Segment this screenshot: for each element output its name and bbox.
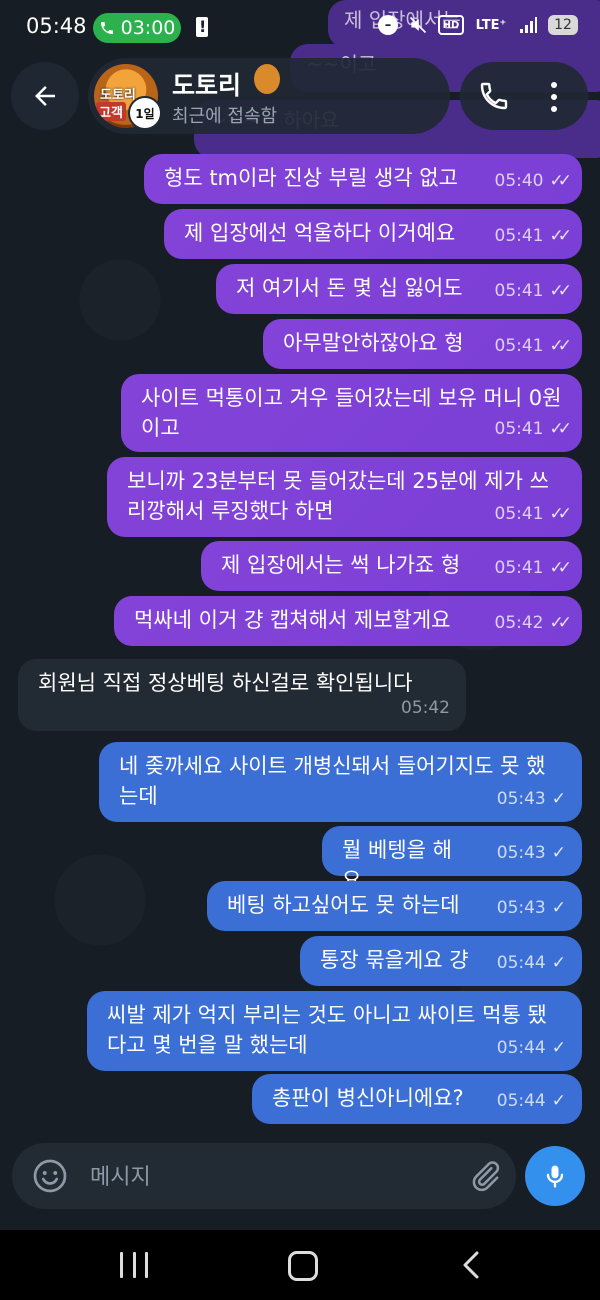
message-time: 05:43 bbox=[496, 843, 546, 863]
message-bubble[interactable]: 총판이 병신아니에요? 05:44 ✓ bbox=[252, 1074, 582, 1124]
recents-icon[interactable] bbox=[120, 1252, 148, 1278]
double-check-icon: ✓✓ bbox=[549, 336, 572, 356]
message-time: 05:44 bbox=[496, 1038, 546, 1058]
check-icon: ✓ bbox=[551, 1038, 566, 1058]
message-bubble[interactable]: 아무말안하잖아요 형 05:41 ✓✓ bbox=[263, 319, 582, 369]
double-check-icon: ✓✓ bbox=[549, 171, 572, 191]
smile-icon[interactable] bbox=[32, 1158, 68, 1194]
message-time: 05:43 bbox=[496, 789, 546, 809]
microphone-button[interactable] bbox=[525, 1146, 585, 1206]
system-icons: – HD LTE⁺ 12 bbox=[378, 15, 578, 35]
message-time: 05:40 bbox=[494, 171, 544, 191]
last-seen-status: 최근에 접속함 bbox=[172, 106, 278, 127]
double-check-icon: ✓✓ bbox=[549, 419, 572, 439]
paperclip-icon[interactable] bbox=[468, 1159, 502, 1193]
message-bubble[interactable]: 제 입장에선 억울하다 이거예요 05:41 ✓✓ bbox=[164, 209, 582, 259]
check-icon: ✓ bbox=[551, 789, 566, 809]
message-bubble[interactable]: 씨발 제가 억지 부리는 것도 아니고 싸이트 먹통 됐다고 몇 번을 말 했는… bbox=[87, 991, 582, 1071]
alert-icon bbox=[196, 17, 208, 37]
message-bubble[interactable]: 사이트 먹통이고 겨우 들어갔는데 보유 머니 0원이고 05:41 ✓✓ bbox=[121, 374, 582, 452]
message-time: 05:44 bbox=[496, 1091, 546, 1111]
message-input[interactable] bbox=[88, 1159, 452, 1195]
message-bubble[interactable]: 형도 tm이라 진상 부릴 생각 없고 05:40 ✓✓ bbox=[144, 154, 582, 204]
avatar-text: 도토리 bbox=[100, 88, 136, 103]
double-check-icon: ✓✓ bbox=[549, 281, 572, 301]
signal-icon bbox=[518, 15, 538, 35]
message-bubble[interactable]: 뭘 베텡을 해요 05:43 ✓ bbox=[322, 826, 582, 892]
incoming-message-bubble[interactable]: 회원님 직접 정상베팅 하신걸로 확인됩니다 05:42 bbox=[18, 659, 466, 731]
call-duration: 03:00 bbox=[120, 17, 176, 39]
message-time: 05:42 bbox=[494, 613, 544, 633]
do-not-disturb-icon: – bbox=[378, 15, 398, 35]
double-check-icon: ✓✓ bbox=[549, 504, 572, 524]
network-type-icon: LTE⁺ bbox=[475, 17, 507, 33]
message-time: 05:44 bbox=[496, 953, 546, 973]
message-text: 네 좆까세요 사이트 개병신돼서 들어기지도 못 했는데 bbox=[119, 754, 546, 808]
double-check-icon: ✓✓ bbox=[549, 558, 572, 578]
message-time: 05:42 bbox=[401, 698, 450, 718]
message-bubble[interactable]: 보니까 23분부터 못 들어갔는데 25분에 제가 쓰리깡해서 루징했다 하면 … bbox=[107, 457, 582, 537]
message-bubble[interactable]: 통장 묶을게요 걍 05:44 ✓ bbox=[300, 936, 582, 986]
double-check-icon: ✓✓ bbox=[549, 226, 572, 246]
check-icon: ✓ bbox=[551, 1091, 566, 1111]
auto-delete-timer-badge: 1일 bbox=[128, 96, 162, 130]
message-bubble[interactable]: 네 좆까세요 사이트 개병신돼서 들어기지도 못 했는데 05:43 ✓ bbox=[99, 742, 582, 822]
nav-back-icon[interactable] bbox=[458, 1250, 484, 1280]
battery-icon: 12 bbox=[548, 15, 578, 35]
system-navigation-bar bbox=[0, 1230, 600, 1300]
arrow-left-icon bbox=[35, 86, 55, 106]
message-time: 05:41 bbox=[494, 504, 544, 524]
more-vertical-icon[interactable] bbox=[540, 82, 568, 112]
back-button[interactable] bbox=[11, 62, 79, 130]
status-bar: 05:48 03:00 – HD LTE⁺ 12 bbox=[0, 0, 600, 56]
message-bubble[interactable]: 제 입장에서는 썩 나가죠 형 05:41 ✓✓ bbox=[201, 541, 582, 591]
message-text: 씨발 제가 억지 부리는 것도 아니고 싸이트 먹통 됐다고 몇 번을 말 했는… bbox=[107, 1003, 547, 1057]
check-icon: ✓ bbox=[551, 953, 566, 973]
check-icon: ✓ bbox=[551, 898, 566, 918]
hd-voice-icon: HD bbox=[438, 15, 464, 35]
contact-name: 도토리 bbox=[172, 71, 242, 100]
message-time: 05:41 bbox=[494, 419, 544, 439]
avatar-subtext: 고객 bbox=[96, 102, 126, 121]
mute-icon bbox=[408, 15, 428, 35]
check-icon: ✓ bbox=[551, 843, 566, 863]
double-check-icon: ✓✓ bbox=[549, 613, 572, 633]
status-time: 05:48 bbox=[26, 14, 87, 38]
message-time: 05:43 bbox=[496, 898, 546, 918]
message-bubble[interactable]: 먹싸네 이거 걍 캡쳐해서 제보할게요 05:42 ✓✓ bbox=[114, 596, 582, 646]
microphone-icon bbox=[546, 1165, 564, 1188]
ongoing-call-pill[interactable]: 03:00 bbox=[93, 13, 181, 43]
message-bubble[interactable]: 저 여기서 돈 몇 십 잃어도 05:41 ✓✓ bbox=[216, 264, 582, 314]
message-bubble[interactable]: 베팅 하고싶어도 못 하는데 05:43 ✓ bbox=[207, 881, 582, 931]
message-text: 회원님 직접 정상베팅 하신걸로 확인됩니다 bbox=[38, 671, 413, 695]
home-icon[interactable] bbox=[288, 1251, 318, 1281]
phone-icon[interactable] bbox=[478, 80, 510, 112]
message-time: 05:41 bbox=[494, 336, 544, 356]
message-composer bbox=[12, 1143, 516, 1209]
phone-small-icon bbox=[100, 22, 113, 34]
message-time: 05:41 bbox=[494, 281, 544, 301]
chat-header[interactable]: 도토리 고객 1일 도토리 최근에 접속함 bbox=[88, 58, 450, 134]
header-actions bbox=[460, 62, 588, 130]
squirrel-emoji-icon bbox=[254, 64, 280, 94]
message-time: 05:41 bbox=[494, 226, 544, 246]
message-time: 05:41 bbox=[494, 558, 544, 578]
